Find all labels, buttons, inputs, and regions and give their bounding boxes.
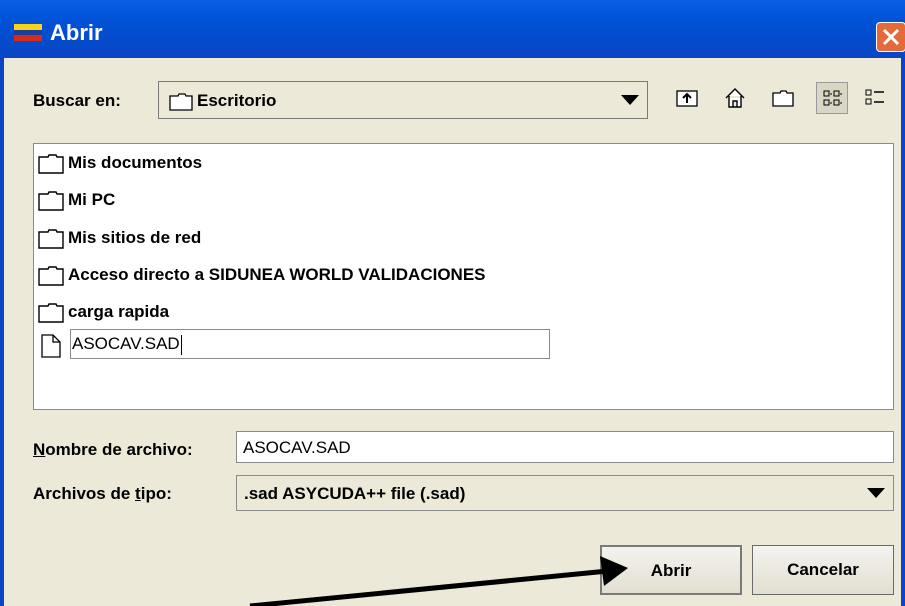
chevron-down-icon[interactable] (621, 95, 639, 105)
cancel-button[interactable]: Cancelar (752, 545, 894, 595)
title-bar[interactable]: Abrir (0, 0, 905, 58)
filetype-value: .sad ASYCUDA++ file (.sad) (244, 484, 466, 503)
file-icon (41, 334, 61, 358)
window-border-left (0, 58, 4, 606)
folder-icon (38, 191, 64, 211)
app-flag-icon (14, 24, 42, 41)
folder-icon (38, 154, 64, 174)
list-item-label: Mis sitios de red (68, 228, 202, 247)
home-icon[interactable] (719, 82, 751, 114)
window-border-right (901, 58, 905, 606)
filename-input[interactable]: ASOCAV.SAD (236, 431, 894, 463)
new-folder-icon[interactable] (767, 82, 799, 114)
filename-label: Nombre de archivo: (33, 440, 193, 459)
lookin-value: Escritorio (197, 91, 277, 110)
close-icon[interactable] (876, 22, 905, 52)
filetype-label: Archivos de tipo: (33, 484, 172, 503)
folder-icon (169, 93, 193, 111)
folder-icon (38, 266, 64, 286)
up-folder-icon[interactable] (671, 82, 703, 114)
open-button[interactable]: Abrir (600, 545, 742, 595)
list-item-label: Mis documentos (68, 153, 203, 172)
list-item-label: Acceso directo a SIDUNEA WORLD VALIDACIO… (68, 265, 486, 284)
details-view-icon[interactable] (859, 82, 891, 114)
list-view-icon[interactable] (816, 82, 848, 114)
filetype-select[interactable]: .sad ASYCUDA++ file (.sad) (236, 475, 894, 511)
lookin-label: Buscar en: (33, 91, 121, 110)
rename-input[interactable]: ASOCAV.SAD (70, 329, 550, 359)
lookin-combo[interactable]: Escritorio (158, 81, 648, 119)
window-title: Abrir (50, 20, 103, 45)
folder-icon (38, 229, 64, 249)
list-item-label: Mi PC (68, 190, 116, 209)
rename-value: ASOCAV.SAD (72, 334, 180, 353)
folder-icon (38, 303, 64, 323)
file-list[interactable]: Mis documentos Mi PC Mis sitios de red A… (33, 143, 894, 410)
list-item-label: carga rapida (68, 302, 170, 321)
text-caret (180, 334, 182, 355)
chevron-down-icon[interactable] (867, 488, 885, 498)
